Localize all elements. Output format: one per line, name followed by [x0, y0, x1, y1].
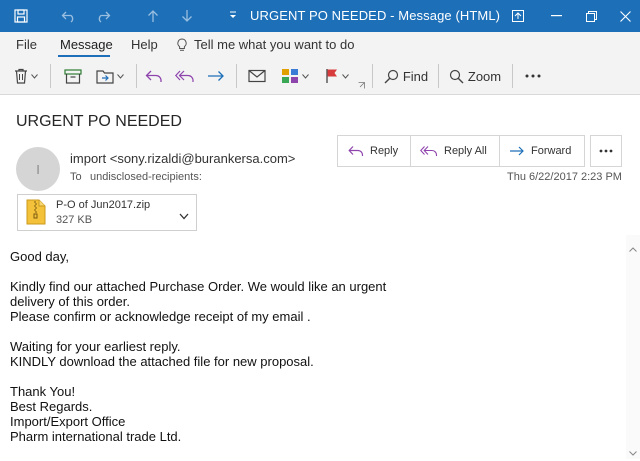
action-divider [410, 136, 411, 166]
envelope-icon [248, 69, 266, 83]
reply-all-toolbar-button[interactable] [172, 64, 198, 88]
tell-me-text: Tell me what you want to do [194, 37, 355, 52]
categorize-button[interactable] [276, 64, 314, 88]
forward-label: Forward [531, 145, 572, 157]
reply-label: Reply [370, 145, 399, 157]
toolbar-divider [438, 64, 439, 88]
title-bar: URGENT PO NEEDED - Message (HTML) [0, 0, 640, 32]
zoom-button[interactable]: Zoom [446, 64, 504, 88]
action-divider [499, 136, 500, 166]
read-unread-button[interactable] [244, 64, 270, 88]
delete-button[interactable] [10, 64, 42, 88]
to-label: To [70, 171, 82, 183]
vertical-scrollbar[interactable] [626, 235, 640, 459]
toolbar-divider [512, 64, 513, 88]
move-button[interactable] [92, 64, 128, 88]
more-commands-button[interactable] [520, 64, 546, 88]
find-button[interactable]: Find [380, 64, 432, 88]
customize-qat-icon[interactable] [226, 0, 240, 32]
zip-file-icon [26, 199, 46, 230]
sender-address[interactable]: import <sony.rizaldi@burankersa.com> [70, 151, 295, 166]
attachment-card[interactable]: P-O of Jun2017.zip 327 KB [17, 194, 197, 231]
flag-icon [326, 69, 337, 83]
sent-date: Thu 6/22/2017 2:23 PM [507, 171, 622, 183]
move-to-folder-icon [96, 70, 114, 84]
sender-avatar[interactable]: I [16, 147, 60, 191]
toolbar-divider [50, 64, 51, 88]
forward-icon [208, 71, 224, 81]
window-title: URGENT PO NEEDED - Message (HTML) [250, 8, 501, 23]
more-actions-button[interactable] [590, 135, 622, 167]
redo-icon[interactable] [92, 0, 114, 32]
chevron-down-icon[interactable] [179, 207, 189, 225]
undo-icon[interactable] [58, 0, 80, 32]
scroll-up-icon[interactable] [629, 239, 637, 257]
chevron-down-icon [342, 73, 349, 79]
forward-toolbar-button[interactable] [204, 64, 228, 88]
reply-all-icon [175, 70, 194, 82]
active-tab-indicator [58, 55, 110, 57]
close-icon[interactable] [612, 0, 638, 32]
response-actions: Reply Reply All Forward [337, 135, 585, 167]
restore-icon[interactable] [578, 0, 604, 32]
chevron-down-icon [117, 73, 124, 79]
reply-all-button[interactable]: Reply All [420, 136, 487, 166]
chevron-down-icon [302, 73, 309, 79]
down-arrow-icon[interactable] [176, 0, 198, 32]
reply-icon [348, 146, 364, 156]
tab-help[interactable]: Help [131, 37, 158, 52]
reading-pane: URGENT PO NEEDED I import <sony.rizaldi@… [0, 95, 640, 459]
up-arrow-icon[interactable] [142, 0, 164, 32]
reply-toolbar-button[interactable] [142, 64, 166, 88]
categorize-icon [282, 69, 298, 83]
archive-button[interactable] [60, 64, 86, 88]
trash-icon [15, 68, 27, 84]
attachment-name: P-O of Jun2017.zip [56, 199, 151, 211]
minimize-icon[interactable] [543, 0, 569, 32]
tab-file[interactable]: File [16, 37, 37, 52]
forward-button[interactable]: Forward [509, 136, 571, 166]
reply-icon [145, 70, 162, 82]
tags-dialog-launcher[interactable] [356, 80, 366, 90]
archive-icon [64, 68, 82, 84]
zoom-label: Zoom [467, 68, 502, 84]
zoom-icon [449, 69, 464, 83]
more-icon [525, 74, 541, 78]
message-body: Good day, Kindly find our attached Purch… [10, 249, 387, 444]
save-icon[interactable] [10, 0, 32, 32]
follow-up-button[interactable] [320, 64, 354, 88]
recipients: undisclosed-recipients: [90, 171, 202, 183]
dialog-launcher-icon [358, 81, 365, 88]
search-icon [384, 69, 398, 83]
toolbar-divider [236, 64, 237, 88]
reply-button[interactable]: Reply [348, 136, 398, 166]
chevron-down-icon [31, 73, 38, 79]
ribbon-tabs: File Message Help Tell me what you want … [0, 32, 640, 58]
scroll-down-icon[interactable] [629, 443, 637, 461]
ribbon-toolbar: Find Zoom [0, 58, 640, 95]
reply-all-icon [420, 146, 438, 156]
ribbon-display-icon[interactable] [505, 0, 531, 32]
message-subject: URGENT PO NEEDED [16, 113, 182, 130]
reply-all-label: Reply All [444, 145, 487, 157]
forward-icon [510, 146, 524, 156]
attachment-size: 327 KB [56, 214, 93, 226]
lightbulb-icon [177, 37, 187, 51]
toolbar-divider [372, 64, 373, 88]
more-icon [599, 149, 613, 153]
tell-me-box[interactable]: Tell me what you want to do [176, 37, 354, 52]
tab-message[interactable]: Message [60, 37, 113, 52]
toolbar-divider [136, 64, 137, 88]
find-label: Find [402, 68, 429, 84]
